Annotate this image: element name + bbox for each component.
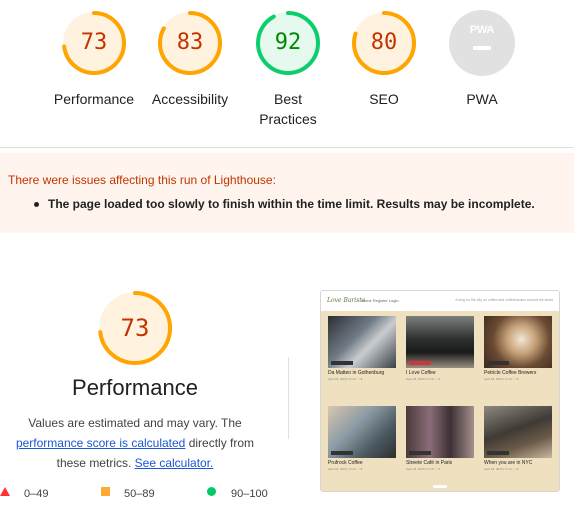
post-card: Prufrock Coffee April 18, 2023 | 5 min ♡… — [328, 406, 396, 471]
post-tag — [409, 451, 431, 455]
best-practices-score: 92 — [274, 30, 302, 55]
warning-title: There were issues affecting this run of … — [8, 173, 276, 187]
post-image — [328, 316, 396, 368]
performance-big-gauge: 73 — [97, 290, 173, 366]
fail-triangle-icon — [0, 487, 10, 496]
desc-text-2: directly from — [185, 436, 255, 450]
post-tag — [487, 361, 509, 365]
vertical-divider — [288, 357, 289, 439]
post-image — [406, 316, 474, 368]
pwa-badge-text: PWA — [469, 24, 495, 36]
legend-average: 50–89 — [124, 488, 155, 500]
desc-text-3: these metrics. — [56, 456, 135, 470]
performance-label: Performance — [53, 91, 135, 107]
post-card: Streete Café in Paris April 18, 2023 | 5… — [406, 406, 474, 471]
gauge-best-practices[interactable]: 92 Best Practices — [233, 10, 343, 129]
score-legend: 0–49 50–89 90–100 — [0, 486, 290, 504]
final-screenshot[interactable]: Love Barista Home Register Login A blog … — [320, 290, 560, 492]
seo-gauge-ring: 80 — [351, 10, 417, 76]
performance-title: Performance — [72, 375, 198, 400]
accessibility-label: Accessibility — [151, 91, 229, 107]
performance-score: 73 — [80, 30, 108, 55]
thumbnail-site-body: Da Matteo in Gothenburg April 18, 2023 |… — [321, 311, 559, 491]
pwa-label: PWA — [466, 91, 498, 107]
gauge-pwa[interactable]: PWA PWA — [427, 10, 537, 109]
accessibility-score: 83 — [176, 30, 204, 55]
gauge-accessibility[interactable]: 83 Accessibility — [135, 10, 245, 109]
post-title: Streete Café in Paris — [406, 460, 453, 466]
gauge-seo[interactable]: 80 SEO — [329, 10, 439, 109]
site-logo: Love Barista — [327, 297, 366, 304]
post-image — [328, 406, 396, 458]
post-title: Petricle Coffee Brewers — [484, 370, 537, 376]
seo-score: 80 — [370, 30, 398, 55]
post-title: When you are in NYC — [484, 460, 533, 466]
gauge-performance[interactable]: 73 Performance — [39, 10, 149, 109]
post-image — [484, 316, 552, 368]
performance-description: Values are estimated and may vary. The p… — [0, 413, 270, 473]
post-title: Da Matteo in Gothenburg — [328, 370, 385, 376]
performance-gauge-ring: 73 — [61, 10, 127, 76]
post-meta: April 18, 2023 | 5 min ♡ 8 — [328, 377, 363, 381]
desc-text-1: Values are estimated and may vary. The — [28, 416, 242, 430]
post-meta: April 18, 2023 | 5 min ♡ 8 — [406, 467, 441, 471]
warning-item: The page loaded too slowly to finish wit… — [32, 197, 535, 211]
site-tagline: A blog for the city on coffee and coffee… — [455, 298, 553, 302]
post-tag — [409, 361, 431, 365]
post-title: Prufrock Coffee — [328, 460, 363, 466]
post-image — [484, 406, 552, 458]
performance-big-score: 73 — [120, 314, 150, 342]
post-meta: April 18, 2023 | 5 min ♡ 8 — [484, 467, 519, 471]
legend-pass: 90–100 — [231, 488, 268, 500]
post-meta: April 18, 2023 | 5 min ♡ 8 — [484, 377, 519, 381]
post-card: Petricle Coffee Brewers April 18, 2023 |… — [484, 316, 552, 381]
site-nav: Home Register Login — [361, 298, 399, 303]
post-meta: April 18, 2023 | 5 min ♡ 8 — [328, 467, 363, 471]
post-tag — [487, 451, 509, 455]
category-scores: 73 Performance 83 Accessibility 92 Best … — [0, 0, 574, 148]
pwa-icon: PWA — [449, 10, 515, 76]
best-practices-gauge-ring: 92 — [255, 10, 321, 76]
thumbnail-site-header: Love Barista Home Register Login A blog … — [321, 291, 559, 311]
post-image — [406, 406, 474, 458]
score-calculation-link[interactable]: performance score is calculated — [16, 436, 185, 450]
post-title: I Love Coffee — [406, 370, 436, 376]
legend-fail: 0–49 — [24, 488, 49, 500]
post-card: Da Matteo in Gothenburg April 18, 2023 |… — [328, 316, 396, 381]
thumbnail-scroll-indicator — [433, 485, 447, 488]
performance-summary: 73 Performance Values are estimated and … — [0, 290, 270, 473]
accessibility-gauge-ring: 83 — [157, 10, 223, 76]
post-card: When you are in NYC April 18, 2023 | 5 m… — [484, 406, 552, 471]
post-card: I Love Coffee April 18, 2023 | 5 min ♡ 8 — [406, 316, 474, 381]
see-calculator-link[interactable]: See calculator. — [135, 456, 214, 470]
runtime-warning: There were issues affecting this run of … — [0, 153, 574, 233]
warning-list: The page loaded too slowly to finish wit… — [32, 197, 535, 211]
seo-label: SEO — [369, 91, 399, 107]
pwa-dash — [473, 46, 491, 50]
pass-circle-icon — [207, 487, 216, 496]
post-meta: April 18, 2023 | 5 min ♡ 8 — [406, 377, 441, 381]
post-tag — [331, 361, 353, 365]
post-tag — [331, 451, 353, 455]
average-square-icon — [101, 487, 110, 496]
best-practices-label: Best Practices — [259, 91, 317, 127]
